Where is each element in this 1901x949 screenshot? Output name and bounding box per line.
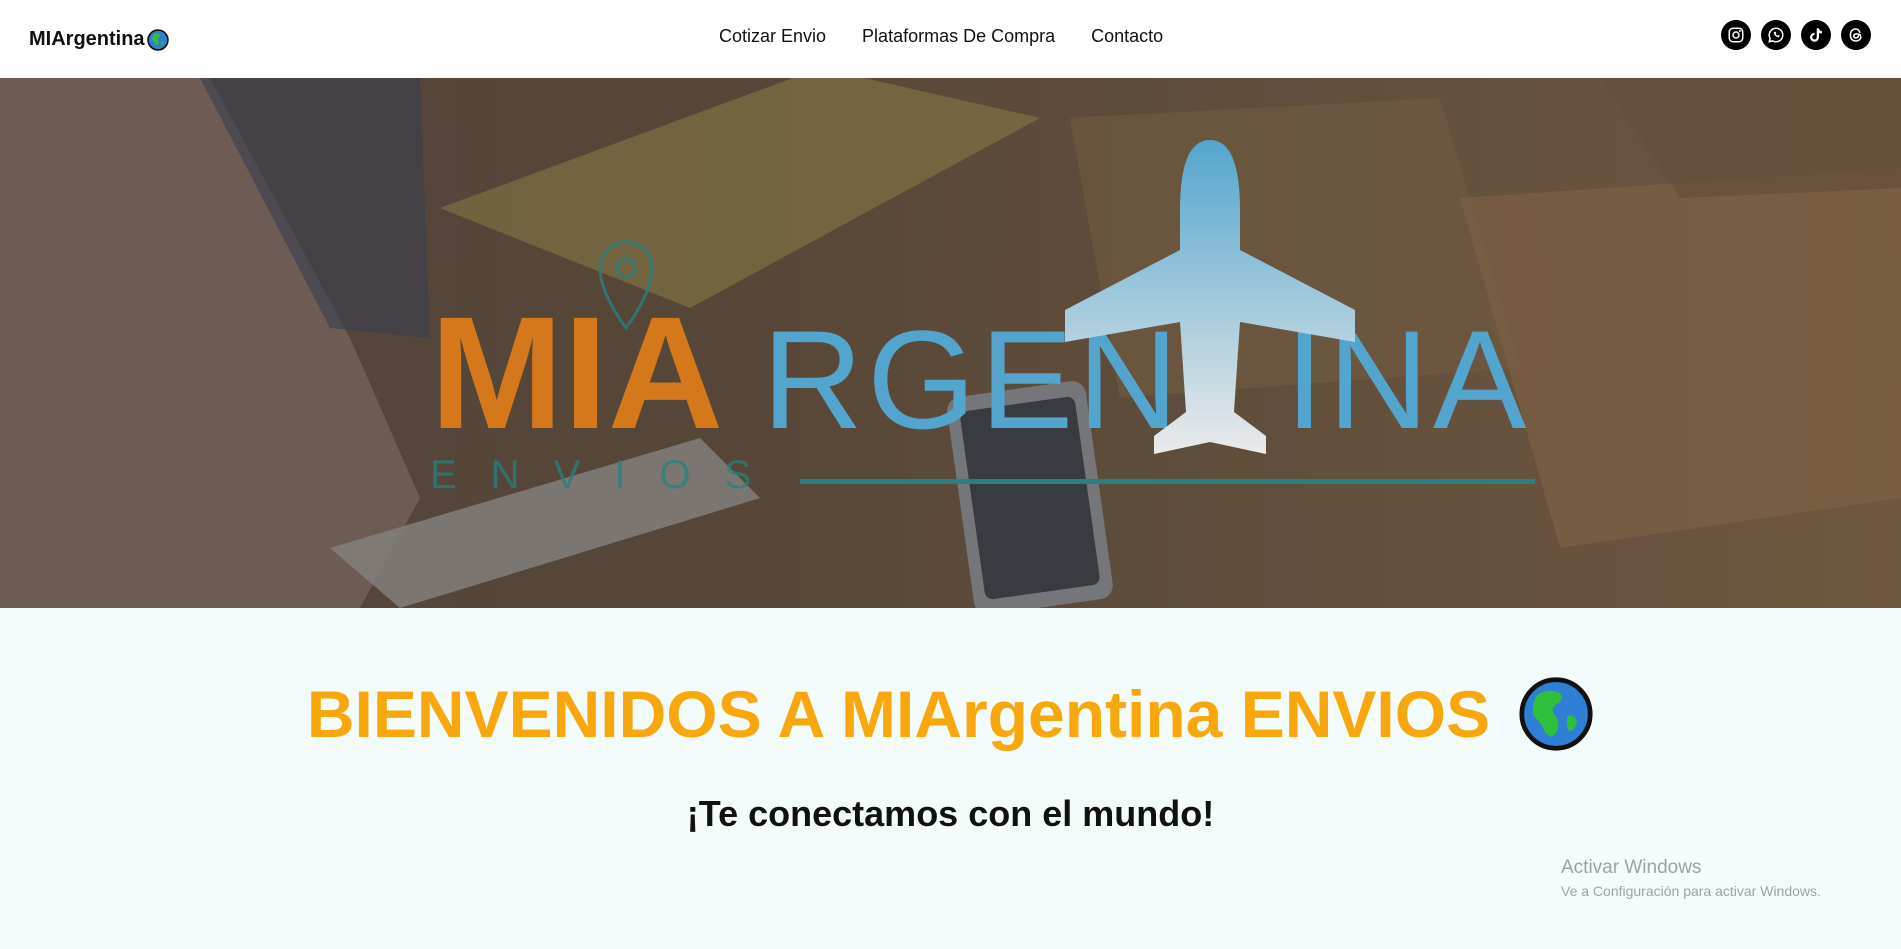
hero-banner: MIA RGEN INA ENVIOS [0, 78, 1901, 608]
main-nav: Cotizar Envio Plataformas De Compra Cont… [719, 26, 1163, 47]
welcome-heading: BIENVENIDOS A MIArgentina ENVIOS [0, 676, 1901, 752]
welcome-heading-text: BIENVENIDOS A MIArgentina ENVIOS [306, 677, 1491, 751]
brand-name: MIArgentina [29, 28, 145, 50]
watermark-subtitle: Ve a Configuración para activar Windows. [1561, 883, 1821, 899]
threads-icon[interactable] [1841, 20, 1871, 50]
nav-link-plataformas-de-compra[interactable]: Plataformas De Compra [862, 26, 1055, 47]
tiktok-icon[interactable] [1801, 20, 1831, 50]
top-navbar: MIArgentina Cotizar Envio Plataformas De… [0, 0, 1901, 78]
windows-activation-watermark: Activar Windows Ve a Configuración para … [1561, 857, 1821, 899]
brand-link[interactable]: MIArgentina [29, 28, 169, 51]
whatsapp-icon[interactable] [1761, 20, 1791, 50]
welcome-subtitle: ¡Te conectamos con el mundo! [686, 793, 1215, 834]
nav-link-cotizar-envio[interactable]: Cotizar Envio [719, 26, 826, 47]
globe-icon [146, 28, 169, 51]
nav-link-contacto[interactable]: Contacto [1091, 26, 1163, 47]
instagram-icon[interactable] [1721, 20, 1751, 50]
social-links [1721, 20, 1871, 50]
watermark-title: Activar Windows [1561, 857, 1702, 878]
hero-background-image: MIA RGEN INA ENVIOS [0, 78, 1901, 608]
globe-icon [1519, 677, 1593, 751]
